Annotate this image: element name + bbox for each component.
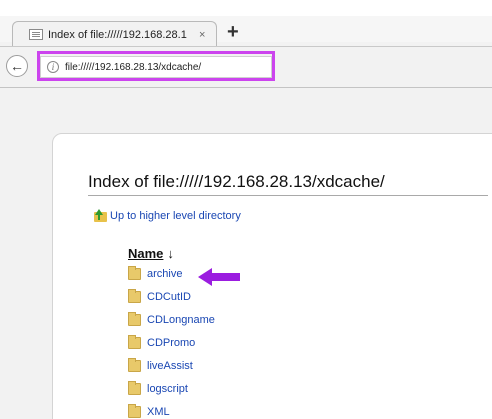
- list-item-archive[interactable]: archive: [128, 266, 182, 282]
- back-button[interactable]: ←: [6, 55, 28, 77]
- folder-icon: [128, 404, 141, 418]
- list-item-label[interactable]: liveAssist: [147, 360, 193, 372]
- address-bar-highlight: [37, 51, 275, 81]
- folder-icon: [128, 312, 141, 326]
- page-content: Index of file://///192.168.28.13/xdcache…: [52, 133, 492, 419]
- back-arrow-icon: ←: [10, 58, 24, 74]
- page-title: Index of file://///192.168.28.13/xdcache…: [88, 172, 385, 191]
- list-item-logscript[interactable]: logscript: [128, 381, 188, 397]
- list-item-cdcutid[interactable]: CDCutID: [128, 289, 191, 305]
- folder-icon: [128, 335, 141, 349]
- browser-tab[interactable]: Index of file://///192.168.28.1 ×: [12, 21, 217, 47]
- list-item-label[interactable]: XML: [147, 406, 170, 418]
- up-directory-link[interactable]: Up to higher level directory: [94, 209, 241, 222]
- name-header-label[interactable]: Name: [128, 246, 163, 261]
- folder-icon: [128, 358, 141, 372]
- up-folder-icon: [94, 209, 107, 222]
- list-item-cdpromo[interactable]: CDPromo: [128, 335, 195, 351]
- list-item-label[interactable]: CDCutID: [147, 291, 191, 303]
- page-icon: [29, 29, 43, 40]
- folder-icon: [128, 289, 141, 303]
- annotation-arrow-icon: [198, 268, 240, 286]
- folder-icon: [128, 266, 141, 280]
- tab-strip: Index of file://///192.168.28.1 × +: [0, 0, 492, 47]
- folder-icon: [128, 381, 141, 395]
- new-tab-button[interactable]: +: [227, 20, 239, 44]
- name-column-header[interactable]: Name ↓: [128, 246, 174, 261]
- tab-title: Index of file://///192.168.28.1: [48, 28, 187, 41]
- list-item-cdlongname[interactable]: CDLongname: [128, 312, 215, 328]
- sort-down-icon: ↓: [167, 246, 174, 261]
- up-directory-label[interactable]: Up to higher level directory: [110, 210, 241, 222]
- list-item-liveassist[interactable]: liveAssist: [128, 358, 193, 374]
- close-tab-icon[interactable]: ×: [199, 29, 205, 41]
- list-item-label[interactable]: logscript: [147, 383, 188, 395]
- list-item-label[interactable]: CDLongname: [147, 314, 215, 326]
- list-item-xml[interactable]: XML: [128, 404, 170, 419]
- list-item-label[interactable]: archive: [147, 268, 182, 280]
- heading-divider: [88, 195, 488, 196]
- list-item-label[interactable]: CDPromo: [147, 337, 195, 349]
